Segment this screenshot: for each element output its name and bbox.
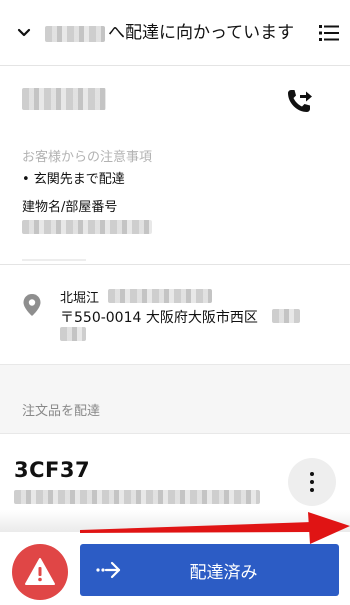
header-title: へ配達に向かっています [108, 23, 295, 43]
divider [22, 259, 86, 261]
address-redacted [272, 309, 300, 323]
section-label: 注文品を配達 [22, 404, 101, 419]
mark-delivered-button[interactable]: 配達済み [80, 544, 339, 596]
notes-heading: お客様からの注意事項 [22, 150, 153, 165]
more-options-button[interactable] [288, 458, 336, 506]
customer-name-redacted [22, 88, 106, 110]
phone-forward-icon[interactable] [286, 88, 314, 114]
order-items-redacted [14, 490, 260, 504]
building-label: 建物名/部屋番号 [22, 200, 118, 215]
safety-alert-button[interactable] [12, 544, 68, 600]
address-line-2: 〒550-0014 大阪府大阪市西区 [60, 310, 258, 326]
customer-name-redacted [45, 26, 105, 42]
more-dot [310, 480, 314, 484]
address-redacted [108, 289, 212, 303]
list-icon[interactable] [319, 24, 339, 42]
warning-icon [25, 558, 55, 585]
address-line-1: 北堀江 [60, 291, 100, 306]
note-item: • 玄関先まで配達 [22, 172, 125, 187]
location-pin-icon [23, 294, 41, 316]
section-band [0, 364, 350, 434]
more-dot [310, 472, 314, 476]
chevron-down-icon[interactable] [13, 22, 35, 44]
mark-delivered-label: 配達済み [189, 563, 258, 583]
more-dot [310, 488, 314, 492]
divider [0, 264, 350, 265]
address-redacted [60, 327, 86, 341]
building-value-redacted [22, 220, 152, 234]
app-header: へ配達に向かっています [0, 0, 350, 66]
scroll-fade [0, 510, 350, 534]
order-code: 3CF37 [14, 458, 91, 482]
